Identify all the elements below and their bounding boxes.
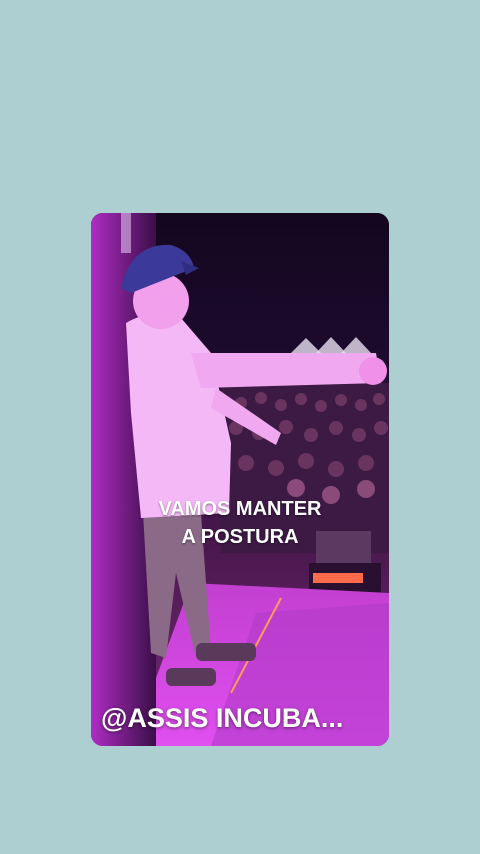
account-handle[interactable]: @ASSIS INCUBA... <box>101 703 343 734</box>
video-frame[interactable]: VAMOS MANTER A POSTURA @ASSIS INCUBA... <box>91 213 389 746</box>
concert-scene-image <box>91 213 389 746</box>
caption-line-2: A POSTURA <box>181 526 299 548</box>
caption-line-1: VAMOS MANTER <box>158 498 322 520</box>
